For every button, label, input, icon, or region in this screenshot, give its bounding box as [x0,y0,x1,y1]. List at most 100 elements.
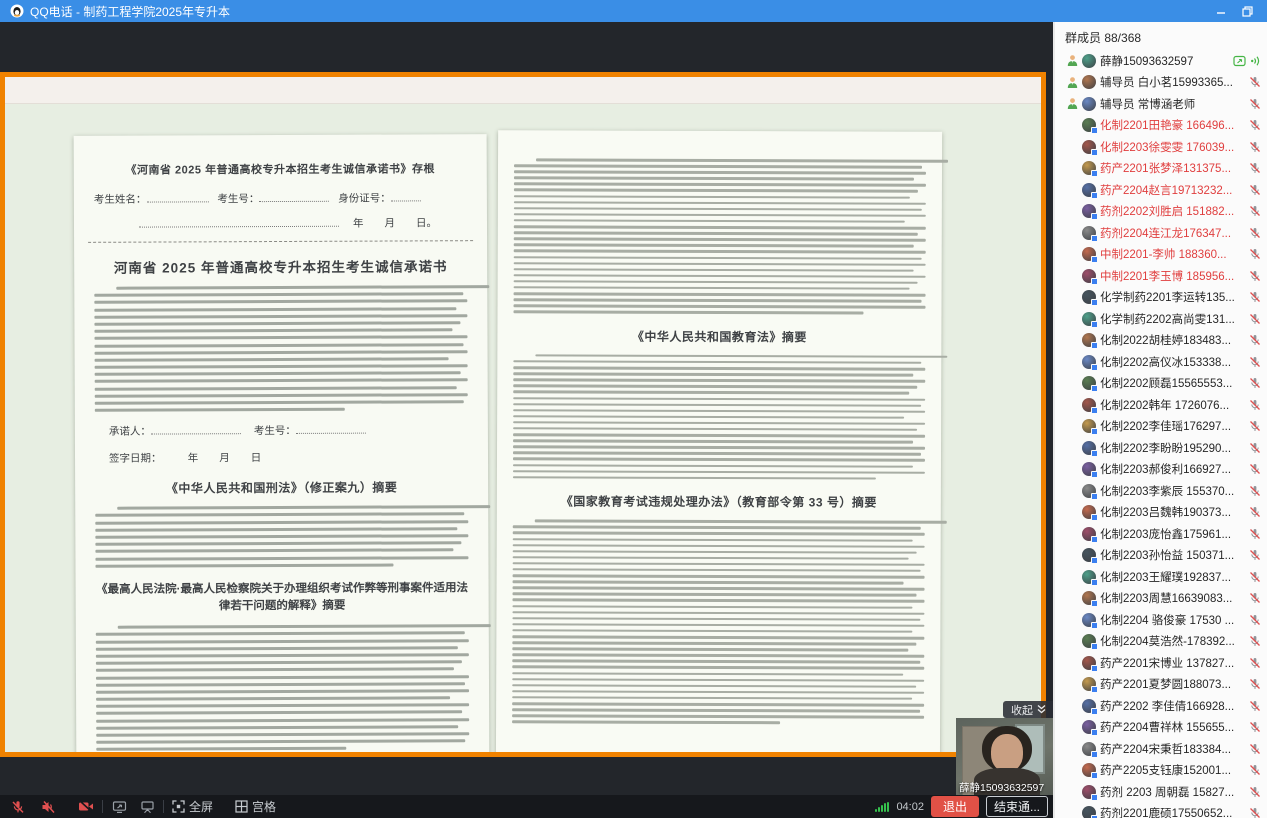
speaker-muted-button[interactable] [40,799,56,815]
member-row[interactable]: 化制2203郝俊利166927... [1055,459,1267,481]
member-status-icons[interactable] [1249,442,1261,454]
member-row[interactable]: 化制2202韩年 1726076... [1055,394,1267,416]
member-status-icons[interactable] [1249,291,1261,303]
member-status-icons[interactable] [1249,463,1261,475]
member-status-icons[interactable] [1249,205,1261,217]
member-row[interactable]: 药产2201张梦泽131375... [1055,158,1267,180]
member-row[interactable]: 中制2201-李帅 188360... [1055,244,1267,266]
member-status-icons[interactable] [1249,377,1261,389]
member-row[interactable]: 化制2203吕魏韩190373... [1055,502,1267,524]
fullscreen-button[interactable]: 全屏 [172,798,213,815]
member-status-icons[interactable] [1233,55,1261,67]
share-screen-button[interactable] [111,799,127,815]
member-row[interactable]: 辅导员 常博涵老师 [1055,93,1267,115]
member-row[interactable]: 药剂2202刘胜启 151882... [1055,201,1267,223]
members-panel: 群成员 88/368 薛静15093632597辅导员 白小茗15993365.… [1055,22,1267,818]
member-row[interactable]: 化学制药2201李运转135... [1055,287,1267,309]
doc-text-line [96,646,458,651]
member-row[interactable]: 化制2202李盼盼195290... [1055,437,1267,459]
member-status-icons[interactable] [1249,528,1261,540]
grid-view-button[interactable]: 宫格 [235,798,276,815]
member-status-icons[interactable] [1249,334,1261,346]
member-status-icons[interactable] [1249,270,1261,282]
member-status-icons[interactable] [1249,420,1261,432]
member-status-icons[interactable] [1249,657,1261,669]
member-row[interactable]: 药剂2204连江龙176347... [1055,222,1267,244]
member-row[interactable]: 药产2204赵言19713232... [1055,179,1267,201]
member-status-icons[interactable] [1249,485,1261,497]
member-status-icons[interactable] [1249,571,1261,583]
member-status-icons[interactable] [1249,248,1261,260]
mobile-online-badge [1091,213,1098,220]
member-row[interactable]: 药产2204宋秉哲183384... [1055,738,1267,760]
restore-button[interactable] [1241,5,1253,17]
member-row[interactable]: 化制2204莫浩然-178392... [1055,631,1267,653]
member-name: 化制2022胡桂婷183483... [1100,332,1245,348]
doc-text-line [513,311,863,315]
member-row[interactable]: 药产2201夏梦圆188073... [1055,674,1267,696]
member-status-icons[interactable] [1249,743,1261,755]
mic-muted-icon [1249,248,1261,260]
member-row[interactable]: 化制2203王耀璞192837... [1055,566,1267,588]
member-row[interactable]: 化制2204 骆俊豪 17530 ... [1055,609,1267,631]
member-status-icons[interactable] [1249,76,1261,88]
member-status-icons[interactable] [1249,506,1261,518]
member-status-icons[interactable] [1249,313,1261,325]
member-row[interactable]: 化制2203徐雯雯 176039... [1055,136,1267,158]
member-avatar [1082,441,1096,455]
member-status-icons[interactable] [1249,721,1261,733]
whiteboard-button[interactable] [139,799,155,815]
member-status-icons[interactable] [1249,764,1261,776]
doc-text-line [95,343,464,348]
camera-off-button[interactable] [78,799,94,815]
member-row[interactable]: 辅导员 白小茗15993365... [1055,72,1267,94]
member-status-icons[interactable] [1249,635,1261,647]
member-row[interactable]: 化制2202李佳瑶176297... [1055,416,1267,438]
mic-muted-button[interactable] [10,799,26,815]
member-row[interactable]: 化制2203李紫辰 155370... [1055,480,1267,502]
end-call-button[interactable]: 结束通... [986,796,1048,817]
member-row[interactable]: 化制2202高仪冰153338... [1055,351,1267,373]
member-row[interactable]: 薛静15093632597 [1055,50,1267,72]
member-status-icons[interactable] [1249,227,1261,239]
member-status-icons[interactable] [1249,119,1261,131]
member-status-icons[interactable] [1249,700,1261,712]
member-status-icons[interactable] [1249,678,1261,690]
member-avatar [1082,183,1096,197]
member-status-icons[interactable] [1249,549,1261,561]
member-status-icons[interactable] [1249,141,1261,153]
member-status-icons[interactable] [1249,356,1261,368]
collapse-video-button[interactable]: 收起 [1003,701,1053,718]
member-row[interactable]: 药产2204曹祥林 155655... [1055,717,1267,739]
member-row[interactable]: 化制2203庞怡鑫175961... [1055,523,1267,545]
member-status-icons[interactable] [1249,592,1261,604]
member-row[interactable]: 化制2202顾磊15565553... [1055,373,1267,395]
doc-text-line [95,379,468,384]
member-status-icons[interactable] [1249,98,1261,110]
doc-text-line [513,360,921,364]
member-avatar [1082,570,1096,584]
member-status-icons[interactable] [1249,184,1261,196]
member-row[interactable]: 中制2201李玉博 185956... [1055,265,1267,287]
member-row[interactable]: 药产2201宋博业 137827... [1055,652,1267,674]
member-row[interactable]: 化制2203周慧16639083... [1055,588,1267,610]
member-row[interactable]: 药产2202 李佳倩166928... [1055,695,1267,717]
doc-text-line [513,526,921,530]
member-row[interactable]: 化制2201田艳豪 166496... [1055,115,1267,137]
member-status-icons[interactable] [1249,786,1261,798]
member-status-icons[interactable] [1249,807,1261,818]
member-row[interactable]: 药剂 2203 周朝磊 15827... [1055,781,1267,803]
member-row[interactable]: 化学制药2202高尚雯131... [1055,308,1267,330]
member-avatar [1082,720,1096,734]
minimize-button[interactable] [1215,5,1227,17]
member-row[interactable]: 化制2022胡桂婷183483... [1055,330,1267,352]
exit-button[interactable]: 退出 [931,796,979,817]
member-row[interactable]: 化制2203孙怡益 150371... [1055,545,1267,567]
member-status-icons[interactable] [1249,162,1261,174]
self-video-thumbnail[interactable]: 薛静15093632597 [956,718,1053,796]
member-row[interactable]: 药剂2201鹿硕17550652... [1055,803,1267,818]
doc-text-line [512,611,924,615]
member-status-icons[interactable] [1249,399,1261,411]
member-row[interactable]: 药产2205支钰康152001... [1055,760,1267,782]
member-status-icons[interactable] [1249,614,1261,626]
